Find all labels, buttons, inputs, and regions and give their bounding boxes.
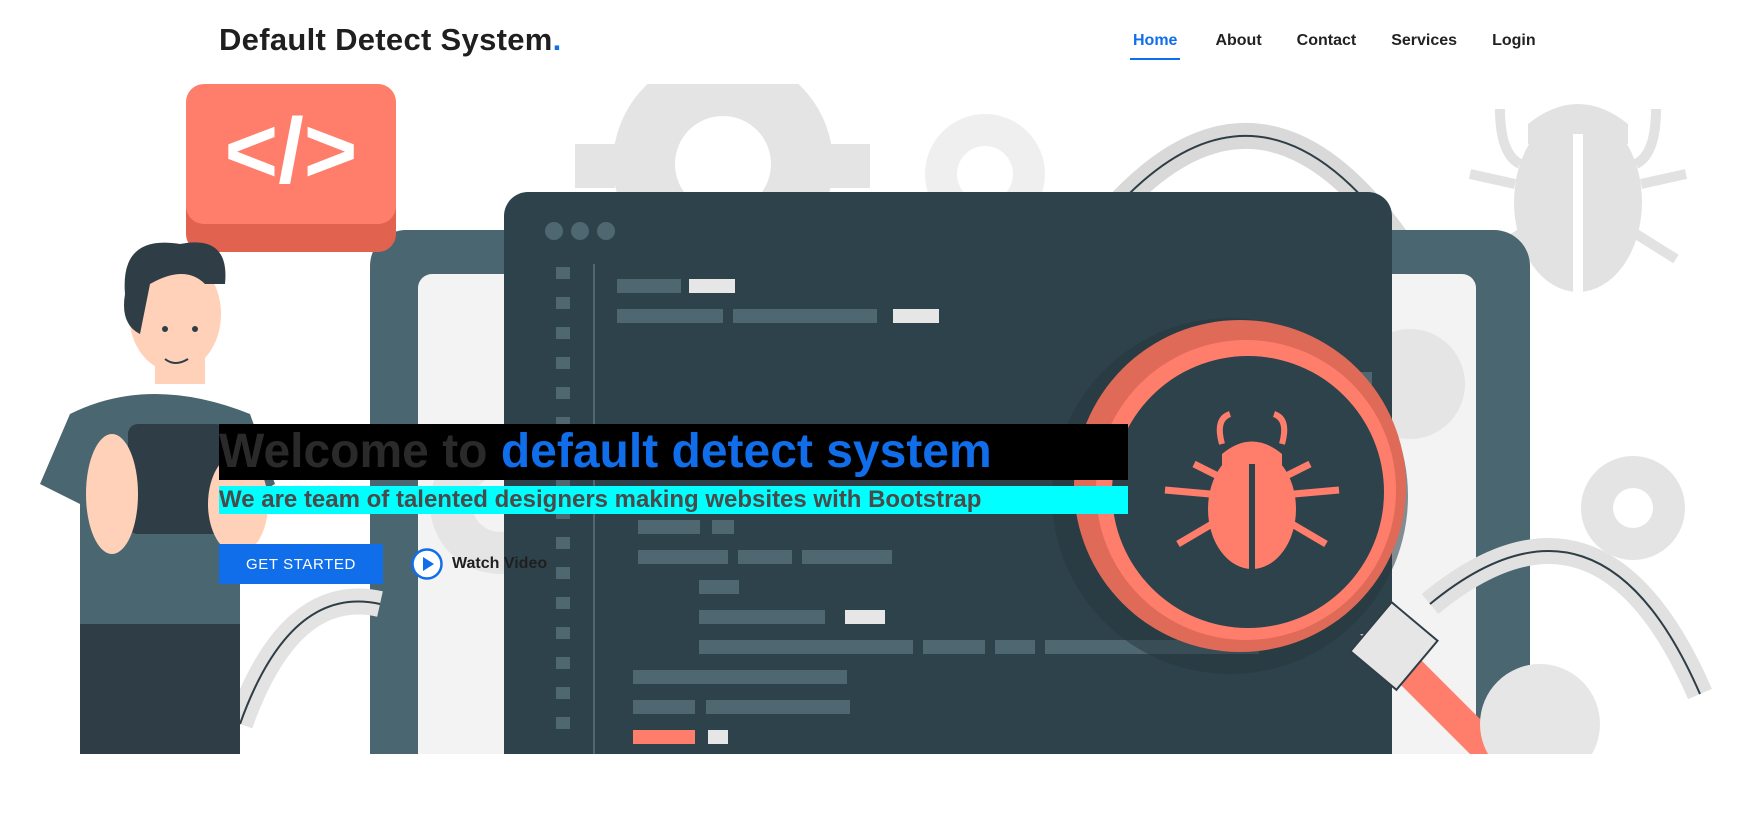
- site-header: Default Detect System. Home About Contac…: [0, 0, 1740, 84]
- gear-icon: [1581, 456, 1685, 560]
- nav-about[interactable]: About: [1215, 32, 1261, 60]
- nav-login[interactable]: Login: [1492, 32, 1536, 60]
- watch-video-label: Watch Video: [452, 555, 548, 572]
- code-badge-text: </>: [224, 100, 357, 202]
- get-started-button[interactable]: GET STARTED: [219, 544, 383, 584]
- site-logo[interactable]: Default Detect System.: [219, 22, 562, 58]
- hero-title-prefix: Welcome to: [219, 425, 501, 478]
- logo-text: Default Detect System: [219, 22, 553, 57]
- main-nav: Home About Contact Services Login: [1130, 32, 1571, 60]
- hero-illustration: </>: [40, 84, 1712, 754]
- hero-subtitle: We are team of talented designers making…: [219, 486, 1128, 514]
- code-badge-icon: </>: [186, 84, 396, 252]
- hero-title: Welcome to default detect system: [219, 424, 1128, 480]
- hero-section: </> Welcome to default detect system We …: [0, 84, 1740, 754]
- logo-dot: .: [552, 22, 562, 57]
- nav-contact[interactable]: Contact: [1297, 32, 1357, 60]
- nav-home[interactable]: Home: [1130, 32, 1181, 60]
- hero-title-highlight: default detect system: [500, 425, 992, 478]
- play-circle-icon: [411, 548, 443, 580]
- watch-video-button[interactable]: Watch Video: [410, 547, 547, 581]
- nav-services[interactable]: Services: [1391, 32, 1457, 60]
